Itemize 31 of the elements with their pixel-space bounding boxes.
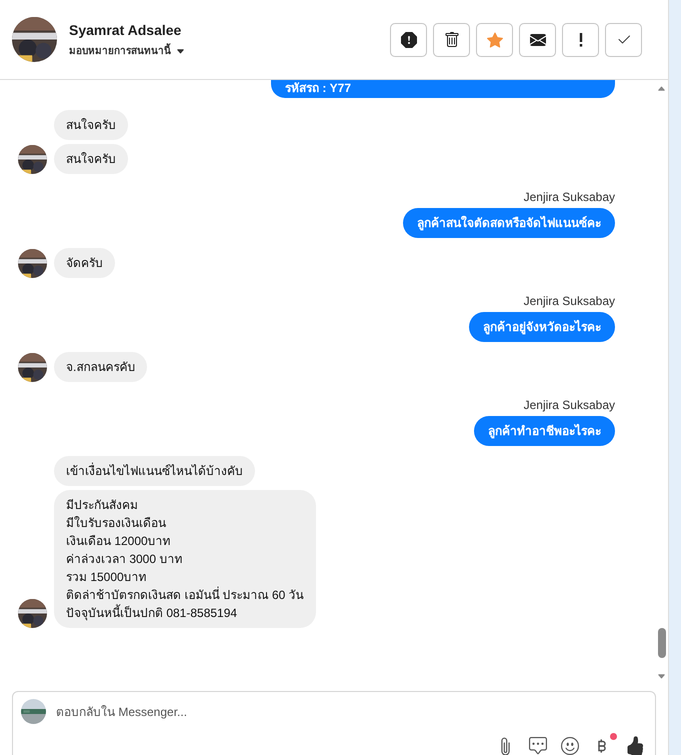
scrollbar-thumb[interactable]	[658, 628, 666, 658]
report-button[interactable]	[390, 22, 427, 56]
caret-icon	[176, 47, 185, 56]
message-bubble: จัดครับ	[54, 248, 115, 278]
emoji-icon[interactable]	[561, 737, 579, 755]
message-bubble: มีประกันสังคม มีใบรับรองเงินเดือน เงินเดือน 12000บาท ค่าล่วงเวลา 3000 บาท รวม 15000บาท ติดล่าช้าบัตรกดเงินสด เอมันนี่ ประมาณ 60 วัน ปัจจุบันหนี้เป็นปกติ 081-8585194	[54, 490, 316, 628]
thumbs-up-icon[interactable]	[625, 736, 645, 755]
delete-button[interactable]	[433, 22, 470, 56]
message-bubble: ลูกค้าสนใจตัดสดหรือจัดไฟแนนซ์คะ	[403, 208, 615, 238]
reply-field[interactable]: ตอบกลับใน Messenger...	[56, 702, 647, 720]
contact-name: Syamrat Adsalee	[69, 21, 182, 40]
scroll-up-icon	[657, 84, 666, 93]
mail-button[interactable]	[519, 22, 556, 56]
chat-icon[interactable]	[529, 737, 547, 755]
message-bubble: สนใจครับ	[54, 110, 128, 140]
alert-octagon-icon	[400, 32, 416, 48]
sender-name: Jenjira Suksabay	[524, 190, 615, 205]
assign-dropdown[interactable]: มอบหมายการสนทนานี้	[69, 44, 185, 59]
sender-name: Jenjira Suksabay	[524, 294, 615, 309]
message-bubble: เข้าเงื่อนไขไฟแนนซ์ไหนได้บ้างคับ	[54, 456, 255, 486]
scroll-down-icon	[657, 672, 666, 681]
sender-name: Jenjira Suksabay	[524, 398, 615, 413]
envelope-icon	[530, 32, 546, 48]
message-bubble: ลูกค้าทำอาชีพอะไรคะ	[474, 416, 615, 446]
message-bubble: รหัสรถ : Y77	[271, 80, 615, 98]
message-bubble: จ.สกลนครคับ	[54, 352, 148, 382]
message-bubble: สนใจครับ	[54, 144, 128, 174]
message-bubble: ลูกค้าอยู่จังหวัดอะไรคะ	[469, 312, 615, 342]
trash-icon	[444, 32, 460, 48]
exclamation-icon	[578, 32, 582, 46]
star-button[interactable]	[476, 22, 513, 56]
